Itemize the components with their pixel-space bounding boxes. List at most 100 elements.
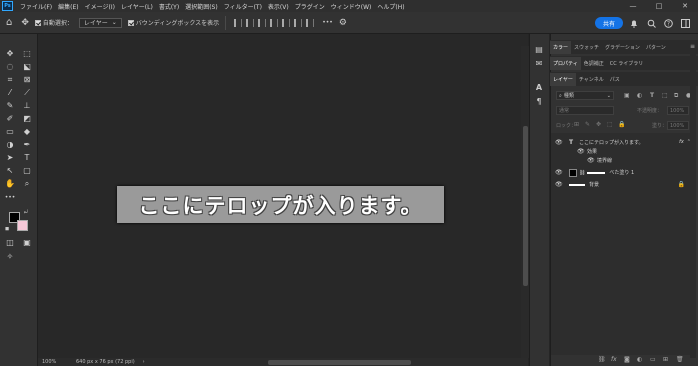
document-canvas[interactable]: ここにテロップが入ります。 [117, 186, 444, 223]
zoom-level[interactable]: 100% [38, 359, 70, 365]
align-bottom-icon[interactable] [294, 18, 303, 27]
add-style-icon[interactable]: fx [611, 356, 617, 363]
auto-select-option[interactable]: 自動選択： [32, 12, 76, 34]
tab-patterns[interactable]: パターン [643, 41, 669, 54]
character-panel-icon[interactable]: A [533, 82, 545, 93]
eraser-tool-icon[interactable]: ◩ [20, 113, 34, 125]
lock-position-icon[interactable]: ✥ [596, 121, 601, 128]
lock-transparent-icon[interactable]: ⊞ [574, 121, 579, 128]
menu-view[interactable]: 表示(V) [265, 2, 292, 11]
visibility-eye-icon[interactable]: 👁 [555, 139, 563, 146]
blur-tool-icon[interactable]: ◆ [20, 126, 34, 138]
menu-plugins[interactable]: プラグイン [292, 2, 328, 11]
direct-selection-tool-icon[interactable]: ↖ [3, 165, 17, 177]
tab-gradients[interactable]: グラデーション [602, 41, 643, 54]
layer-row-fill[interactable]: 👁 ⛓ べた塗り 1 [551, 167, 691, 178]
tab-cc-libraries[interactable]: CC ライブラリ [607, 57, 647, 70]
move-tool-icon[interactable]: ✥ [3, 48, 17, 60]
tab-channels[interactable]: チャンネル [576, 73, 607, 86]
shape-filter-icon[interactable]: ⬚ [662, 92, 668, 99]
menu-file[interactable]: ファイル(F) [17, 2, 55, 11]
lock-image-icon[interactable]: ✎ [585, 121, 590, 128]
tab-layers[interactable]: レイヤー [550, 73, 576, 86]
close-button[interactable]: ✕ [672, 0, 698, 12]
effects-icon[interactable]: fx [679, 139, 684, 145]
tab-properties[interactable]: プロパティ [550, 57, 581, 70]
menu-select[interactable]: 選択範囲(S) [182, 2, 221, 11]
tab-color[interactable]: カラー [550, 41, 572, 54]
dodge-tool-icon[interactable]: ◑ [3, 139, 17, 151]
more-tools-icon[interactable]: ••• [3, 192, 17, 204]
tab-swatches[interactable]: スウォッチ [571, 41, 602, 54]
menu-filter[interactable]: フィルター(T) [221, 2, 265, 11]
share-button[interactable]: 共有 [595, 17, 623, 29]
crop-tool-icon[interactable]: ⌗ [3, 74, 17, 86]
layer-name[interactable]: 背景 [589, 181, 599, 188]
layer-stroke-row[interactable]: 👁 境界線 [551, 156, 691, 165]
new-group-icon[interactable]: ▭ [650, 356, 656, 363]
distribute-icon[interactable] [306, 18, 315, 27]
pixel-filter-icon[interactable]: ▣ [624, 92, 630, 99]
auto-select-dropdown[interactable]: レイヤー ⌄ [78, 17, 122, 28]
visibility-eye-icon[interactable]: 👁 [577, 148, 585, 155]
panel-scrollbar[interactable] [690, 48, 696, 358]
gradient-tool-icon[interactable]: ▭ [3, 126, 17, 138]
background-color-swatch[interactable] [17, 220, 28, 231]
bounding-box-option[interactable]: バウンディングボックスを表示 [125, 12, 222, 34]
tab-adjustments[interactable]: 色調補正 [581, 57, 607, 70]
quick-mask-icon[interactable]: ◫ [3, 237, 17, 249]
add-mask-icon[interactable]: ◙ [624, 356, 630, 363]
eyedropper-tool-icon[interactable]: ⁄ [3, 87, 17, 99]
pen-tool-icon[interactable]: ✒ [20, 139, 34, 151]
layer-kind-filter[interactable]: ⌕ 種類 ⌄ [556, 91, 614, 100]
spot-healing-tool-icon[interactable]: ⟋ [20, 87, 34, 99]
horizontal-scroll-thumb[interactable] [268, 360, 411, 365]
visibility-eye-icon[interactable]: 👁 [555, 181, 563, 188]
more-options-button[interactable]: ••• [319, 12, 336, 34]
move-tool-preset-icon[interactable]: ✥ [18, 12, 32, 34]
opacity-field[interactable]: 100% [667, 106, 689, 115]
brush-tool-icon[interactable]: ✎ [3, 100, 17, 112]
home-icon[interactable]: ⌂ [0, 12, 18, 34]
auto-select-checkbox[interactable] [34, 19, 41, 26]
align-right-icon[interactable] [258, 18, 267, 27]
delete-layer-icon[interactable]: 🗑 [676, 356, 684, 363]
align-center-icon[interactable] [246, 18, 255, 27]
help-icon[interactable]: ? [662, 17, 674, 29]
bounding-box-checkbox[interactable] [127, 19, 134, 26]
type-tool-icon[interactable]: T [20, 152, 34, 164]
align-top-icon[interactable] [270, 18, 279, 27]
menu-window[interactable]: ウィンドウ(W) [328, 2, 375, 11]
zoom-tool-icon[interactable]: ⌕ [20, 178, 34, 190]
layer-row-background[interactable]: 👁 背景 🔒 [551, 179, 691, 190]
type-filter-icon[interactable]: T [650, 92, 654, 99]
lock-all-icon[interactable]: 🔒 [618, 121, 625, 128]
visibility-eye-icon[interactable]: 👁 [555, 169, 563, 176]
artboard-tool-icon[interactable]: ⬚ [20, 48, 34, 60]
object-selection-tool-icon[interactable]: ⬕ [20, 61, 34, 73]
hand-tool-icon[interactable]: ✋ [3, 178, 17, 190]
layer-name[interactable]: ここにテロップが入ります。 [579, 139, 644, 146]
align-left-icon[interactable] [234, 18, 243, 27]
history-brush-tool-icon[interactable]: ✐ [3, 113, 17, 125]
gear-icon[interactable]: ⚙ [336, 12, 350, 34]
visibility-eye-icon[interactable]: 👁 [587, 157, 595, 164]
fill-field[interactable]: 100% [667, 121, 689, 130]
menu-edit[interactable]: 編集(E) [55, 2, 81, 11]
bell-icon[interactable] [628, 17, 640, 29]
paragraph-panel-icon[interactable]: ¶ [533, 96, 545, 107]
lock-icon[interactable]: 🔒 [678, 181, 685, 188]
lasso-tool-icon[interactable]: ◌ [3, 61, 17, 73]
clone-stamp-tool-icon[interactable]: ⊥ [20, 100, 34, 112]
layer-name[interactable]: べた塗り 1 [609, 169, 634, 176]
align-middle-icon[interactable] [282, 18, 291, 27]
menu-type[interactable]: 書式(Y) [156, 2, 182, 11]
menu-layer[interactable]: レイヤー(L) [118, 2, 156, 11]
menu-help[interactable]: ヘルプ(H) [374, 2, 407, 11]
rectangle-tool-icon[interactable]: ▢ [20, 165, 34, 177]
history-panel-icon[interactable]: ▤ [533, 44, 545, 55]
smart-object-filter-icon[interactable]: ⧉ [674, 92, 678, 100]
frame-tool-icon[interactable]: ⊠ [20, 74, 34, 86]
layer-effects-row[interactable]: 👁 効果 [551, 147, 691, 156]
workspace-icon[interactable] [679, 17, 691, 29]
